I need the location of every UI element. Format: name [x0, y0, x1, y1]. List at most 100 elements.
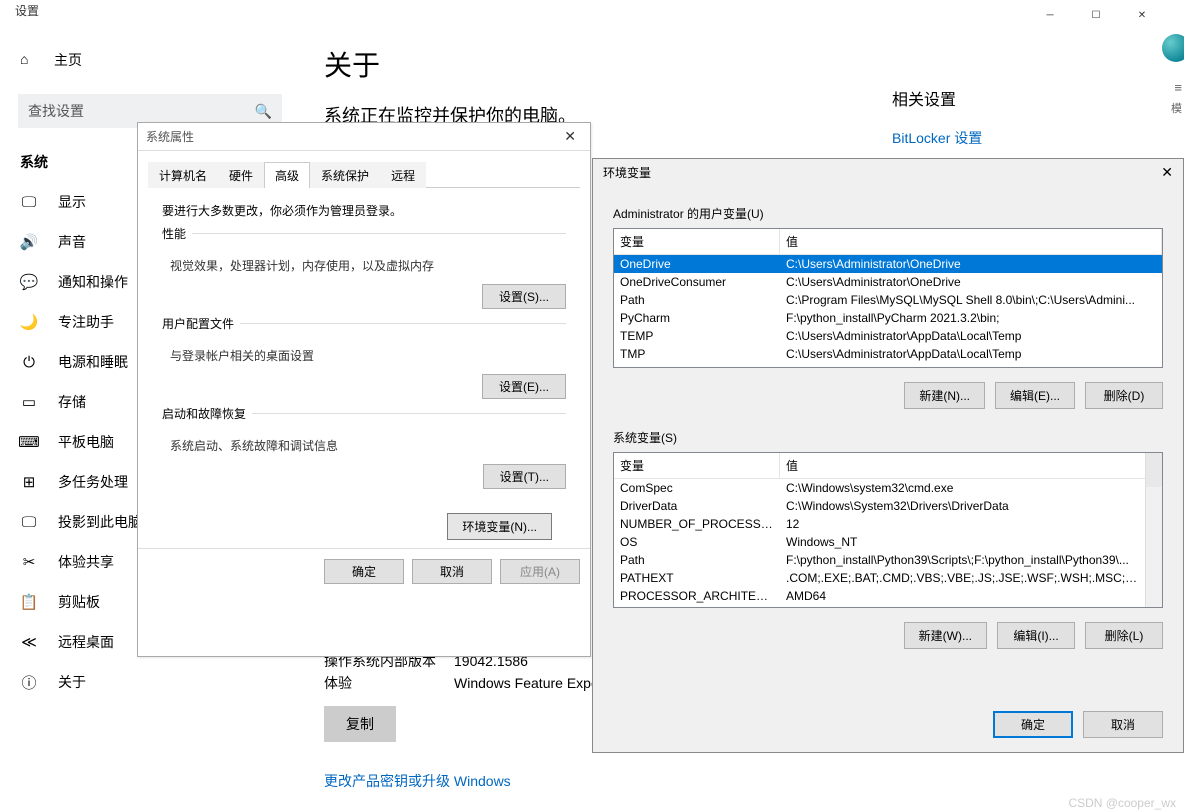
col-value[interactable]: 值: [780, 229, 1162, 254]
sidebar-item-label: 远程桌面: [58, 632, 114, 652]
sidebar-item[interactable]: ⓘ关于: [0, 662, 300, 702]
table-row[interactable]: NUMBER_OF_PROCESSORS12: [614, 515, 1145, 533]
table-row[interactable]: DriverDataC:\Windows\System32\Drivers\Dr…: [614, 497, 1145, 515]
table-row[interactable]: PathC:\Program Files\MySQL\MySQL Shell 8…: [614, 291, 1162, 309]
sidebar-home[interactable]: ⌂ 主页: [0, 44, 300, 76]
var-value: C:\Windows\system32\cmd.exe: [780, 479, 1145, 497]
envdlg-titlebar[interactable]: 环境变量 ✕: [593, 159, 1183, 185]
sidebar-item-icon: ⏻: [20, 353, 38, 371]
user-edit-button[interactable]: 编辑(E)...: [995, 382, 1075, 409]
bitlocker-link[interactable]: BitLocker 设置: [892, 128, 982, 148]
col-variable[interactable]: 变量: [614, 453, 780, 478]
var-name: TMP: [614, 345, 780, 363]
apply-button[interactable]: 应用(A): [500, 559, 580, 584]
related-header: 相关设置: [892, 86, 982, 110]
tab[interactable]: 计算机名: [148, 162, 218, 188]
sidebar-item-icon: ✂: [20, 553, 38, 571]
envdlg-footer: 确定 取消: [993, 711, 1163, 738]
user-new-button[interactable]: 新建(N)...: [904, 382, 985, 409]
sidebar-item-label: 投影到此电脑: [58, 512, 142, 532]
table-row[interactable]: TMPC:\Users\Administrator\AppData\Local\…: [614, 345, 1162, 363]
minimize-icon[interactable]: ─: [1027, 0, 1073, 30]
user-vars-header: Administrator 的用户变量(U): [613, 205, 1163, 222]
user-profile-settings-button[interactable]: 设置(E)...: [482, 374, 566, 399]
scrollbar[interactable]: [1145, 453, 1162, 607]
sys-new-button[interactable]: 新建(W)...: [904, 622, 987, 649]
var-value: Windows_NT: [780, 533, 1145, 551]
table-row[interactable]: OneDriveConsumerC:\Users\Administrator\O…: [614, 273, 1162, 291]
cancel-button[interactable]: 取消: [412, 559, 492, 584]
system-properties-dialog: 系统属性 ✕ 计算机名硬件高级系统保护远程 要进行大多数更改，你必须作为管理员登…: [137, 122, 591, 657]
performance-label: 性能: [162, 227, 192, 241]
table-row[interactable]: PathF:\python_install\Python39\Scripts\;…: [614, 551, 1145, 569]
table-row[interactable]: PyCharmF:\python_install\PyCharm 2021.3.…: [614, 309, 1162, 327]
environment-variables-button[interactable]: 环境变量(N)...: [447, 513, 552, 540]
maximize-icon[interactable]: ☐: [1073, 0, 1119, 30]
watermark: CSDN @cooper_wx: [1068, 796, 1176, 810]
search-icon: 🔍: [255, 103, 272, 120]
about-details: 操作系统内部版本 19042.1586 体验 Windows Feature E…: [324, 650, 599, 792]
col-variable[interactable]: 变量: [614, 229, 780, 254]
close-icon[interactable]: ✕: [1119, 0, 1165, 30]
table-row[interactable]: OneDriveC:\Users\Administrator\OneDrive: [614, 255, 1162, 273]
startup-settings-button[interactable]: 设置(T)...: [483, 464, 566, 489]
table-row[interactable]: ComSpecC:\Windows\system32\cmd.exe: [614, 479, 1145, 497]
var-name: Path: [614, 291, 780, 309]
var-value: F:\python_install\PyCharm 2021.3.2\bin;: [780, 309, 1162, 327]
sidebar-item-label: 存储: [58, 392, 86, 412]
table-row[interactable]: PROCESSOR_ARCHITECTUREAMD64: [614, 587, 1145, 605]
startup-section: 启动和故障恢复 系统启动、系统故障和调试信息 设置(T)...: [162, 413, 566, 489]
ok-button[interactable]: 确定: [324, 559, 404, 584]
admin-note: 要进行大多数更改，你必须作为管理员登录。: [162, 202, 566, 219]
startup-label: 启动和故障恢复: [162, 407, 252, 421]
sidebar-item-label: 剪贴板: [58, 592, 100, 612]
var-value: C:\Users\Administrator\AppData\Local\Tem…: [780, 345, 1162, 363]
var-value: F:\python_install\Python39\Scripts\;F:\p…: [780, 551, 1145, 569]
sidebar-item-label: 专注助手: [58, 312, 114, 332]
copy-button[interactable]: 复制: [324, 706, 396, 742]
var-name: PyCharm: [614, 309, 780, 327]
change-product-key-link[interactable]: 更改产品密钥或升级 Windows: [324, 770, 599, 792]
var-name: NUMBER_OF_PROCESSORS: [614, 515, 780, 533]
experience-value: Windows Feature Expe: [454, 672, 599, 694]
ok-button[interactable]: 确定: [993, 711, 1073, 738]
tab-content-advanced: 要进行大多数更改，你必须作为管理员登录。 性能 视觉效果，处理器计划，内存使用，…: [148, 188, 580, 548]
sys-delete-button[interactable]: 删除(L): [1085, 622, 1163, 649]
table-row[interactable]: OSWindows_NT: [614, 533, 1145, 551]
sysprop-titlebar[interactable]: 系统属性 ✕: [138, 123, 590, 151]
var-name: DriverData: [614, 497, 780, 515]
sidebar-item-icon: 🔊: [20, 233, 38, 251]
edge-text: 模: [1171, 100, 1182, 116]
sidebar-item-label: 通知和操作: [58, 272, 128, 292]
tab[interactable]: 硬件: [218, 162, 264, 188]
var-name: OneDriveConsumer: [614, 273, 780, 291]
user-delete-button[interactable]: 删除(D): [1085, 382, 1163, 409]
sysprop-title: 系统属性: [146, 128, 194, 145]
close-icon[interactable]: ✕: [558, 128, 582, 145]
var-name: Path: [614, 551, 780, 569]
var-name: OneDrive: [614, 255, 780, 273]
sidebar-item-icon: 📋: [20, 593, 38, 611]
var-value: 12: [780, 515, 1145, 533]
tab[interactable]: 系统保护: [310, 162, 380, 188]
cancel-button[interactable]: 取消: [1083, 711, 1163, 738]
tab[interactable]: 远程: [380, 162, 426, 188]
table-row[interactable]: PATHEXT.COM;.EXE;.BAT;.CMD;.VBS;.VBE;.JS…: [614, 569, 1145, 587]
var-value: AMD64: [780, 587, 1145, 605]
var-value: C:\Users\Administrator\OneDrive: [780, 273, 1162, 291]
performance-settings-button[interactable]: 设置(S)...: [482, 284, 566, 309]
var-name: PROCESSOR_ARCHITECTURE: [614, 587, 780, 605]
var-value: C:\Users\Administrator\AppData\Local\Tem…: [780, 327, 1162, 345]
sys-vars-table[interactable]: 变量 值 ComSpecC:\Windows\system32\cmd.exeD…: [613, 452, 1163, 608]
var-value: .COM;.EXE;.BAT;.CMD;.VBS;.VBE;.JS;.JSE;.…: [780, 569, 1145, 587]
table-row[interactable]: TEMPC:\Users\Administrator\AppData\Local…: [614, 327, 1162, 345]
performance-section: 性能 视觉效果，处理器计划，内存使用，以及虚拟内存 设置(S)...: [162, 233, 566, 309]
tab[interactable]: 高级: [264, 162, 310, 188]
var-value: C:\Windows\System32\Drivers\DriverData: [780, 497, 1145, 515]
envdlg-body: Administrator 的用户变量(U) 变量 值 OneDriveC:\U…: [593, 185, 1183, 649]
user-vars-table[interactable]: 变量 值 OneDriveC:\Users\Administrator\OneD…: [613, 228, 1163, 368]
search-placeholder: 查找设置: [28, 101, 84, 121]
sys-edit-button[interactable]: 编辑(I)...: [997, 622, 1075, 649]
close-icon[interactable]: ✕: [1161, 164, 1173, 181]
col-value[interactable]: 值: [780, 453, 1162, 478]
